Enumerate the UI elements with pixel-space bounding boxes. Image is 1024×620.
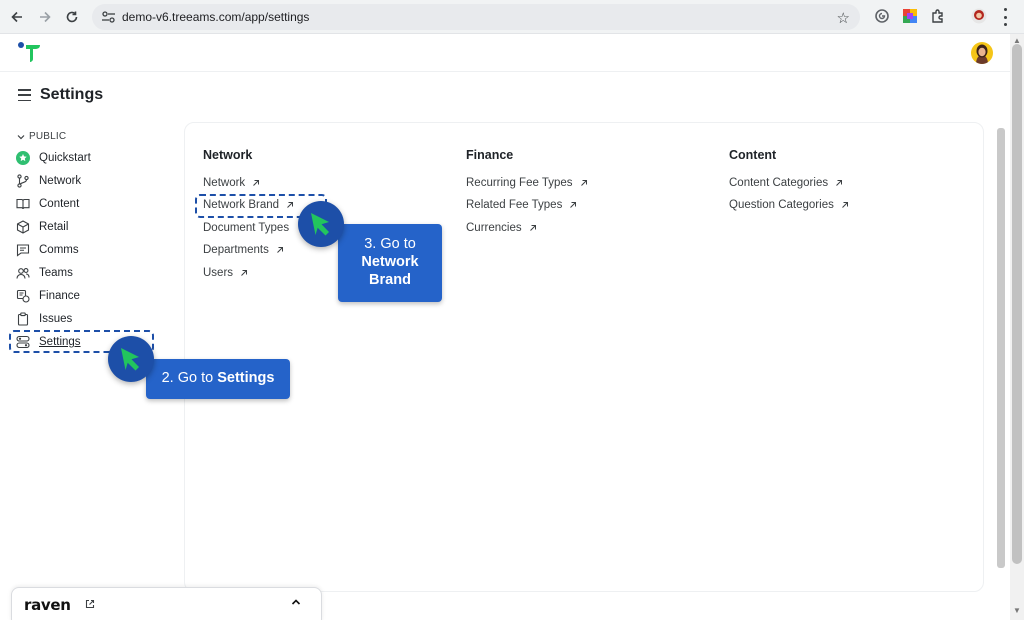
link-users[interactable]: Users xyxy=(203,267,248,279)
sidebar-item-label: Finance xyxy=(39,290,80,302)
chat-icon xyxy=(14,241,32,259)
sidebar-item-label: Comms xyxy=(39,244,79,256)
sidebar-item-label: Teams xyxy=(39,267,73,279)
chevron-down-icon xyxy=(17,134,25,139)
browser-menu-icon[interactable] xyxy=(1002,8,1008,26)
link-departments[interactable]: Departments xyxy=(203,244,284,256)
tooltip-step-3: 3. Go to Network Brand xyxy=(338,224,442,302)
column-title-finance: Finance xyxy=(466,148,514,162)
page-title: Settings xyxy=(40,86,104,103)
link-label: Question Categories xyxy=(729,199,834,211)
sidebar-item-label: Network xyxy=(39,175,82,187)
external-arrow-icon xyxy=(570,202,577,208)
settings-card xyxy=(184,122,984,592)
link-document-types[interactable]: Document Types xyxy=(203,222,289,234)
book-icon xyxy=(14,195,32,213)
link-currencies[interactable]: Currencies xyxy=(466,222,537,234)
tooltip-step-2-bold: Settings xyxy=(217,370,275,386)
quickstart-star-icon xyxy=(14,149,32,167)
sidebar-item-label: Quickstart xyxy=(39,152,91,164)
url-text[interactable]: demo-v6.treeams.com/app/settings xyxy=(122,10,309,24)
app-header xyxy=(0,34,1010,72)
external-arrow-icon xyxy=(836,180,843,186)
external-arrow-icon xyxy=(253,180,260,186)
link-label: Currencies xyxy=(466,222,522,234)
clipboard-icon xyxy=(14,310,32,328)
address-bar[interactable]: demo-v6.treeams.com/app/settings ☆ xyxy=(92,4,860,30)
link-label: Document Types xyxy=(203,222,290,234)
extension-grammar-icon[interactable] xyxy=(874,8,890,24)
box-icon xyxy=(14,218,32,236)
extension-color-icon[interactable] xyxy=(902,8,918,24)
bookmark-star-icon[interactable]: ☆ xyxy=(837,9,850,27)
chevron-up-icon[interactable] xyxy=(291,598,301,606)
external-arrow-icon xyxy=(241,270,248,276)
link-label: Departments xyxy=(203,244,269,256)
link-label: Content Categories xyxy=(729,177,829,189)
sidebar-item-finance[interactable]: Finance xyxy=(14,286,80,306)
link-label: Related Fee Types xyxy=(466,199,563,211)
sidebar-section-label: PUBLIC xyxy=(29,131,67,142)
link-label: Network xyxy=(203,177,246,189)
scroll-up-arrow-icon[interactable]: ▲ xyxy=(1013,36,1021,45)
sidebar-item-label: Issues xyxy=(39,313,73,325)
cursor-pointer-step-3 xyxy=(298,201,344,247)
link-label: Users xyxy=(203,267,234,279)
forward-arrow-icon[interactable] xyxy=(35,7,55,27)
scroll-down-arrow-icon[interactable]: ▼ xyxy=(1013,606,1021,615)
column-title-network: Network xyxy=(203,148,253,162)
sidebar-item-retail[interactable]: Retail xyxy=(14,217,68,237)
link-recurring-fee-types[interactable]: Recurring Fee Types xyxy=(466,177,588,189)
tooltip-step-3-line2: Network xyxy=(361,254,419,271)
tooltip-step-2: 2. Go to Settings xyxy=(146,359,290,399)
sidebar-item-content[interactable]: Content xyxy=(14,194,79,214)
page-scrollbar-thumb[interactable] xyxy=(1012,44,1022,564)
raven-logo: raven xyxy=(24,596,71,614)
cursor-arrow-icon xyxy=(121,348,139,371)
tooltip-step-3-line1: 3. Go to xyxy=(364,236,416,252)
link-related-fee-types[interactable]: Related Fee Types xyxy=(466,199,577,211)
network-branch-icon xyxy=(14,172,32,190)
browser-toolbar: demo-v6.treeams.com/app/settings ☆ xyxy=(0,0,1024,34)
sidebar-item-quickstart[interactable]: Quickstart xyxy=(14,148,91,168)
external-link-icon[interactable] xyxy=(85,599,95,609)
external-arrow-icon xyxy=(529,225,536,231)
sidebar-item-teams[interactable]: Teams xyxy=(14,263,73,283)
cursor-arrow-icon xyxy=(311,213,329,236)
sidebar-item-network[interactable]: Network xyxy=(14,171,81,191)
external-arrow-icon xyxy=(580,180,587,186)
cursor-pointer-step-2 xyxy=(108,336,154,382)
site-info-icon[interactable] xyxy=(102,11,115,23)
users-icon xyxy=(14,264,32,282)
content-scrollbar[interactable] xyxy=(997,128,1005,568)
sidebar-item-issues[interactable]: Issues xyxy=(14,309,72,329)
reload-icon[interactable] xyxy=(62,7,82,27)
external-arrow-icon xyxy=(276,247,283,253)
sidebar-item-label: Retail xyxy=(39,221,69,233)
link-question-categories[interactable]: Question Categories xyxy=(729,199,849,211)
user-avatar[interactable] xyxy=(971,42,993,64)
link-label: Recurring Fee Types xyxy=(466,177,573,189)
raven-widget[interactable]: raven xyxy=(11,587,322,620)
finance-icon xyxy=(14,287,32,305)
link-network[interactable]: Network xyxy=(203,177,260,189)
sidebar-item-comms[interactable]: Comms xyxy=(14,240,79,260)
menu-toggle-icon[interactable] xyxy=(18,89,31,101)
sidebar-section-public[interactable]: PUBLIC xyxy=(17,131,66,142)
tooltip-step-3-line3: Brand xyxy=(369,272,411,289)
back-arrow-icon[interactable] xyxy=(7,7,27,27)
link-content-categories[interactable]: Content Categories xyxy=(729,177,843,189)
treeams-logo-icon[interactable] xyxy=(17,41,43,63)
column-title-content: Content xyxy=(729,148,777,162)
sidebar-item-label: Content xyxy=(39,198,80,210)
external-arrow-icon xyxy=(841,202,848,208)
profile-avatar-icon[interactable] xyxy=(971,8,987,24)
extensions-puzzle-icon[interactable] xyxy=(930,8,946,24)
tooltip-step-2-prefix: 2. Go to xyxy=(161,370,218,386)
